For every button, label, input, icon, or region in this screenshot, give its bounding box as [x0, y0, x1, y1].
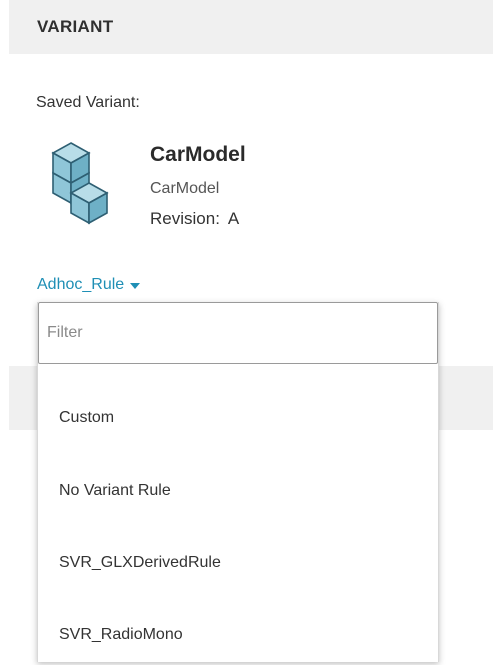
- revision-label: Revision:: [150, 209, 220, 228]
- current-rule-label: Adhoc_Rule: [37, 276, 125, 293]
- dropdown-option-svr-glxderivedrule[interactable]: SVR_GLXDerivedRule: [38, 533, 438, 593]
- dropdown-option-custom[interactable]: Custom: [38, 388, 438, 448]
- saved-variant-label: Saved Variant:: [36, 94, 140, 111]
- variant-rule-dropdown-panel: Custom No Variant Rule SVR_GLXDerivedRul…: [37, 302, 439, 662]
- filter-input[interactable]: [38, 302, 438, 364]
- variant-item-subtitle: CarModel: [150, 180, 220, 197]
- variant-section-header: VARIANT: [9, 0, 493, 54]
- variant-item-name: CarModel: [150, 143, 246, 166]
- dropdown-option-svr-radiomono[interactable]: SVR_RadioMono: [38, 605, 438, 665]
- section-title: VARIANT: [37, 17, 114, 36]
- variant-rule-dropdown-trigger[interactable]: Adhoc_Rule: [37, 276, 141, 294]
- dropdown-option-no-variant-rule[interactable]: No Variant Rule: [38, 461, 438, 521]
- cube-stack-icon: [51, 142, 109, 225]
- revision-value: A: [227, 209, 240, 228]
- variant-item-revision: Revision: A: [150, 209, 239, 229]
- caret-down-icon: [130, 283, 141, 289]
